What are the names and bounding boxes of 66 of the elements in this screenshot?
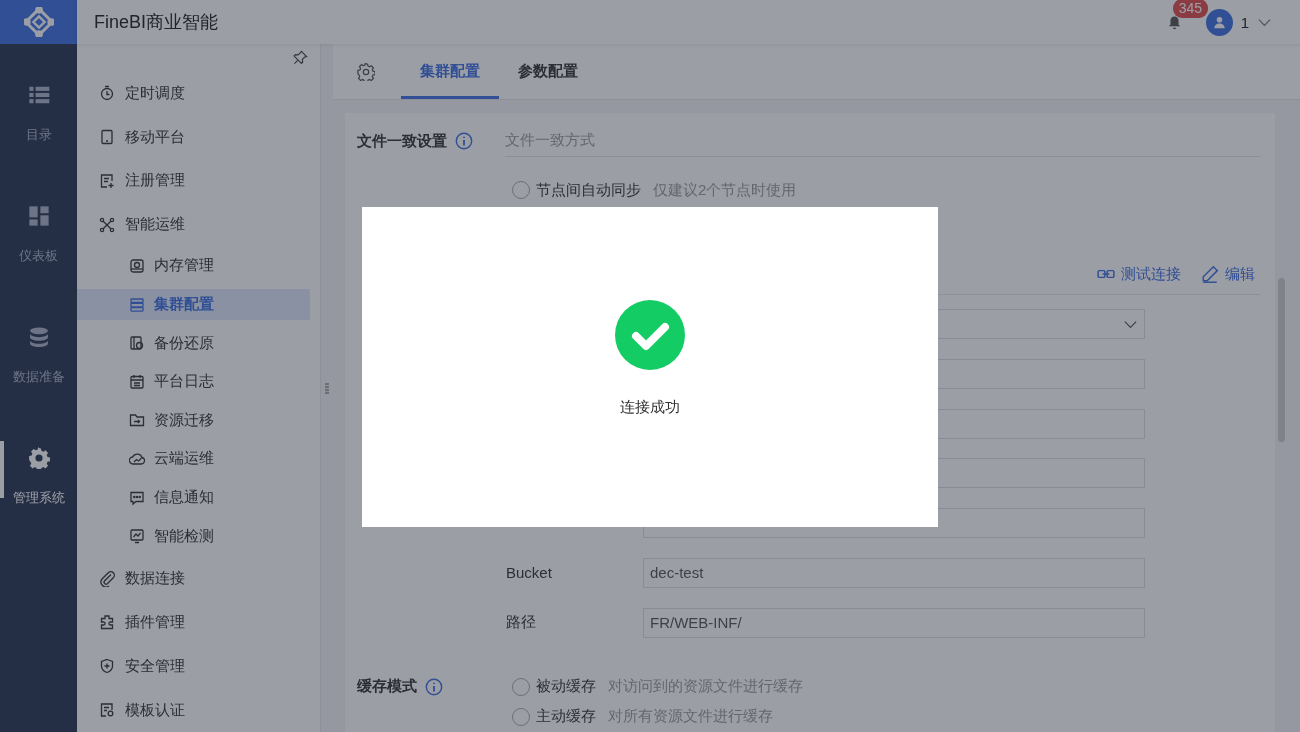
server-icon	[129, 296, 145, 313]
folder-arrow-icon	[129, 412, 145, 429]
sidebar-item[interactable]: 智能运维	[77, 202, 320, 247]
user-avatar[interactable]	[1205, 8, 1233, 36]
nav-item[interactable]: 管理系统	[0, 407, 77, 528]
sidebar-item[interactable]: 备份还原	[77, 327, 310, 359]
tab[interactable]: 集群配置	[401, 47, 499, 99]
timer-icon	[99, 85, 115, 102]
settings-icon[interactable]	[357, 62, 375, 81]
user-name[interactable]: 1	[1240, 13, 1249, 31]
sidebar-item[interactable]: 安全管理	[77, 644, 320, 689]
section-label: 文件一致设置	[357, 131, 447, 151]
sidebar-item[interactable]: 资源迁移	[77, 404, 310, 436]
sidebar-item[interactable]: 注册管理	[77, 158, 320, 203]
tablet-icon	[99, 129, 115, 146]
sidebar-item[interactable]: 内存管理	[77, 250, 310, 282]
sidebar-item[interactable]: 云端运维	[77, 443, 310, 475]
info-icon	[425, 677, 443, 696]
option-label: 节点间自动同步	[536, 180, 641, 200]
option-label: 被动缓存	[536, 677, 596, 697]
puzzle-icon	[99, 614, 115, 631]
backup-icon	[129, 335, 145, 352]
gear-icon	[27, 447, 50, 469]
person-icon	[1211, 14, 1227, 30]
list-icon	[27, 84, 50, 106]
tab[interactable]: 参数配置	[499, 47, 597, 99]
field-label: Bucket	[506, 564, 553, 582]
document-icon	[99, 702, 115, 719]
message-icon	[129, 489, 145, 506]
app-title: FineBI商业智能	[94, 11, 220, 34]
option-label: 主动缓存	[536, 707, 596, 727]
field-label: 路径	[506, 613, 537, 633]
sidebar-item[interactable]: 定时调度	[77, 71, 320, 116]
dashboard-icon	[27, 205, 50, 227]
section-label: 缓存模式	[357, 677, 417, 697]
memory-icon	[129, 257, 145, 274]
nav-item[interactable]: 仪表板	[0, 165, 77, 286]
cloud-chart-icon	[129, 450, 145, 467]
database-icon	[27, 326, 50, 348]
nav-item[interactable]: 目录	[0, 44, 77, 165]
input-field[interactable]: dec-test	[643, 558, 1145, 588]
pencil-icon	[1201, 265, 1219, 283]
nav-item[interactable]: 数据准备	[0, 286, 77, 407]
sidebar-item[interactable]: 数据连接	[77, 556, 320, 601]
calendar-icon	[129, 373, 145, 390]
sidebar-item[interactable]: 平台日志	[77, 366, 310, 398]
info-icon	[455, 132, 473, 150]
sidebar-item[interactable]: 智能检测	[77, 520, 310, 552]
logo-icon	[23, 7, 54, 37]
dialog-message: 连接成功	[620, 398, 680, 417]
scrollbar-thumb[interactable]	[1278, 278, 1285, 442]
document-plus-icon	[99, 172, 115, 189]
pin-icon[interactable]	[293, 50, 308, 66]
action-link[interactable]: 编辑	[1201, 264, 1255, 284]
shield-plus-icon	[99, 658, 115, 675]
sidebar-item[interactable]: 信息通知	[77, 482, 310, 513]
paperclip-icon	[99, 570, 115, 587]
drag-handle-icon[interactable]	[325, 382, 329, 394]
nodes-icon	[99, 216, 115, 233]
monitor-chart-icon	[129, 528, 145, 545]
notification-badge: 345	[1172, 0, 1208, 18]
sidebar-item[interactable]: 移动平台	[77, 115, 320, 159]
sidebar-item[interactable]: 模板认证	[77, 688, 320, 732]
input-field[interactable]: FR/WEB-INF/	[643, 607, 1145, 638]
action-link[interactable]: 测试连接	[1097, 264, 1181, 284]
sidebar-item[interactable]: 插件管理	[77, 600, 320, 645]
